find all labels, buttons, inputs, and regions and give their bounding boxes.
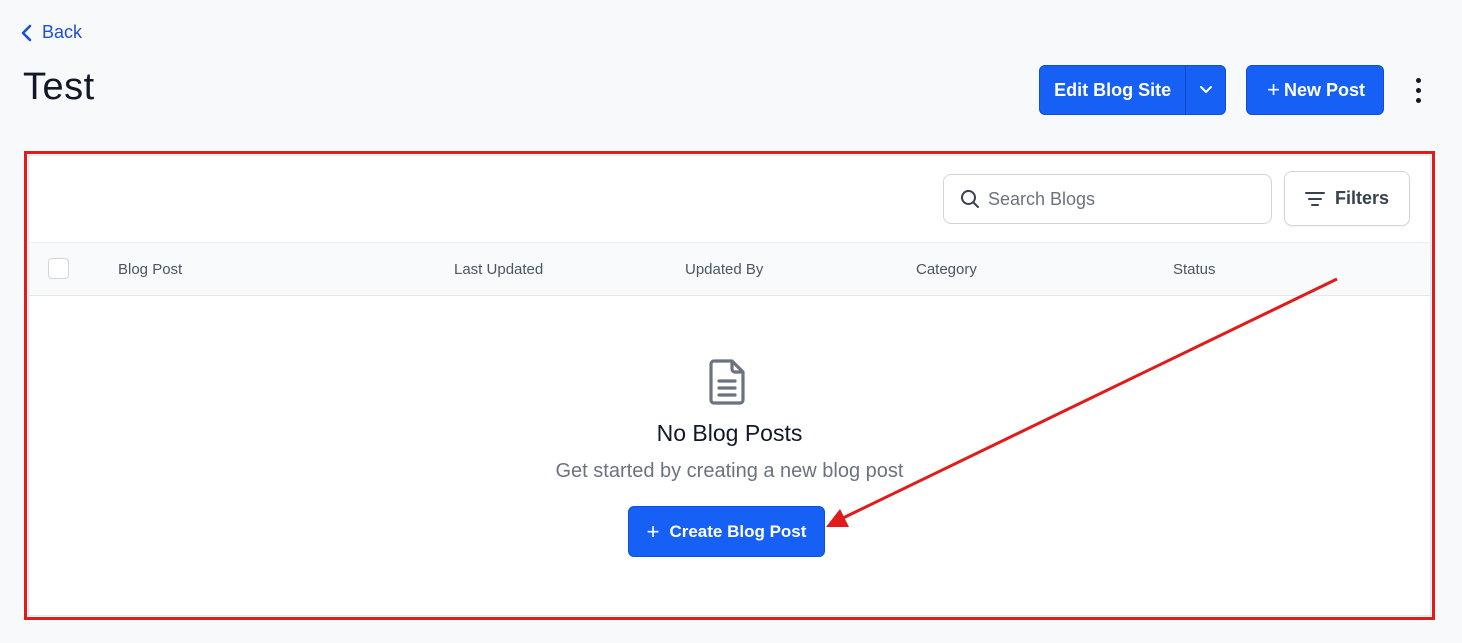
back-label: Back — [42, 22, 83, 42]
column-header-updated-by[interactable]: Updated By — [685, 261, 763, 278]
edit-blog-site-dropdown-toggle[interactable] — [1185, 66, 1225, 114]
plus-icon: + — [1267, 77, 1280, 102]
plus-icon: + — [646, 518, 660, 544]
new-post-label: New Post — [1283, 79, 1365, 100]
blog-posts-panel: Filters Blog Post Last Updated Updated B… — [28, 155, 1431, 616]
edit-blog-site-button[interactable]: Edit Blog Site — [1040, 66, 1185, 114]
more-options-icon[interactable] — [1408, 75, 1428, 105]
table-header: Blog Post Last Updated Updated By Catego… — [29, 242, 1430, 296]
filters-label: Filters — [1334, 188, 1390, 208]
document-icon — [709, 359, 745, 405]
empty-state-subtitle: Get started by creating a new blog post — [555, 460, 904, 482]
column-header-last-updated[interactable]: Last Updated — [454, 261, 543, 278]
create-blog-post-label: Create Blog Post — [669, 521, 807, 541]
column-header-category[interactable]: Category — [916, 261, 977, 278]
search-icon — [961, 190, 979, 208]
new-post-button[interactable]: + New Post — [1246, 65, 1384, 115]
search-input[interactable] — [988, 188, 1258, 210]
page-title: Test — [23, 66, 95, 108]
select-all-checkbox[interactable] — [48, 258, 69, 279]
column-header-blog-post[interactable]: Blog Post — [118, 261, 182, 278]
filter-icon — [1304, 191, 1325, 206]
create-blog-post-button[interactable]: + Create Blog Post — [628, 506, 825, 557]
blog-page: Back Test Edit Blog Site + New Post Sear… — [0, 0, 1462, 643]
back-link[interactable]: Back — [20, 22, 82, 43]
search-box — [943, 174, 1272, 224]
chevron-down-icon — [1199, 86, 1212, 93]
chevron-left-icon — [21, 24, 32, 41]
empty-state-title: No Blog Posts — [656, 420, 803, 446]
edit-blog-site-split-button: Edit Blog Site — [1039, 65, 1227, 115]
header-actions: Edit Blog Site + New Post — [1039, 65, 1428, 115]
column-header-status[interactable]: Status — [1173, 261, 1216, 278]
filters-button[interactable]: Filters — [1284, 171, 1410, 226]
